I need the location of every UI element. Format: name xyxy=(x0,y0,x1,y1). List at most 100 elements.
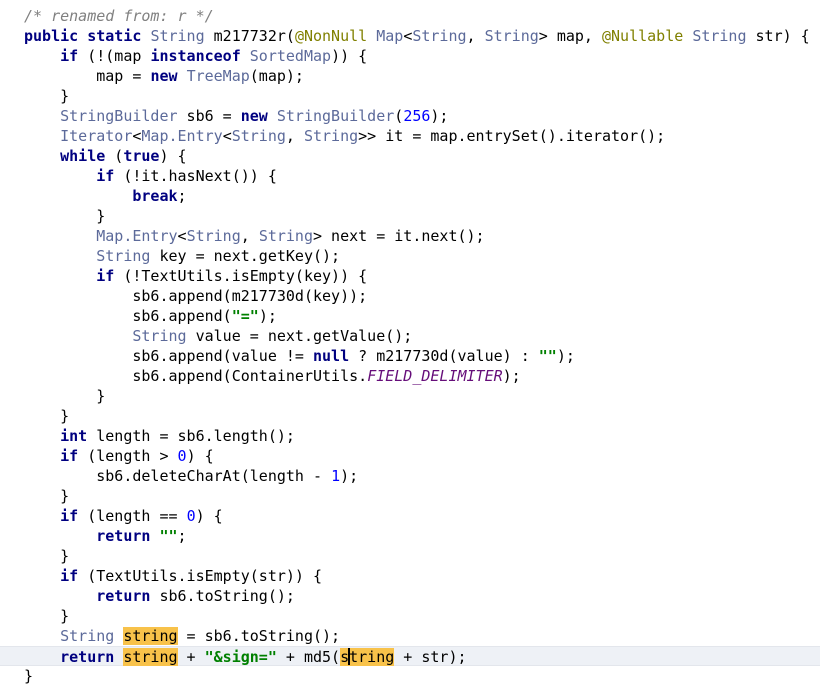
token-text-after-caret: tring xyxy=(349,648,395,666)
code-line[interactable]: if (!TextUtils.isEmpty(key)) { xyxy=(0,266,820,286)
code-token: ) { xyxy=(195,507,223,525)
code-token: if xyxy=(96,267,115,285)
code-token: } xyxy=(60,607,70,625)
code-line[interactable]: while (true) { xyxy=(0,146,820,166)
code-token: new xyxy=(240,107,268,125)
code-token: + str); xyxy=(394,648,467,666)
code-token: sb6 = xyxy=(177,107,241,125)
code-line[interactable]: if (!it.hasNext()) { xyxy=(0,166,820,186)
code-token: String xyxy=(692,27,747,45)
code-token: < xyxy=(403,27,413,45)
code-token: } xyxy=(60,547,70,565)
code-token: null xyxy=(313,347,350,365)
code-token: "&sign=" xyxy=(204,648,277,666)
code-editor[interactable]: /* renamed from: r */public static Strin… xyxy=(0,0,820,688)
code-line[interactable]: sb6.append(value != null ? m217730d(valu… xyxy=(0,346,820,366)
code-token: String xyxy=(150,27,205,45)
code-token: length = sb6.length(); xyxy=(87,427,295,445)
code-token: + md5( xyxy=(276,648,341,666)
code-line[interactable]: /* renamed from: r */ xyxy=(0,6,820,26)
code-token: , xyxy=(466,27,485,45)
code-line[interactable]: return sb6.toString(); xyxy=(0,586,820,606)
code-line[interactable]: Iterator<Map.Entry<String, String>> it =… xyxy=(0,126,820,146)
code-token: sb6.toString(); xyxy=(150,587,295,605)
code-token: value = next.getValue(); xyxy=(186,327,413,345)
code-line[interactable]: int length = sb6.length(); xyxy=(0,426,820,446)
code-line[interactable]: String value = next.getValue(); xyxy=(0,326,820,346)
code-token: = sb6.toString(); xyxy=(177,627,341,645)
code-token: sb6.deleteCharAt(length - xyxy=(96,467,332,485)
code-line[interactable]: map = new TreeMap(map); xyxy=(0,66,820,86)
code-token: StringBuilder xyxy=(60,107,178,125)
code-line[interactable]: } xyxy=(0,86,820,106)
code-line[interactable]: if (!(map instanceof SortedMap)) { xyxy=(0,46,820,66)
code-token: , xyxy=(285,127,304,145)
code-token: @Nullable xyxy=(602,27,684,45)
code-token: return xyxy=(60,648,115,666)
code-token: if xyxy=(60,507,79,525)
code-token: 1 xyxy=(331,467,341,485)
code-line[interactable]: if (length > 0) { xyxy=(0,446,820,466)
code-token: } xyxy=(96,207,106,225)
code-token: Map xyxy=(376,27,404,45)
code-line[interactable]: sb6.append(m217730d(key)); xyxy=(0,286,820,306)
code-token: ( xyxy=(105,147,124,165)
code-token: if xyxy=(60,447,79,465)
code-line[interactable]: if (TextUtils.isEmpty(str)) { xyxy=(0,566,820,586)
code-token: < xyxy=(177,227,187,245)
code-line[interactable]: StringBuilder sb6 = new StringBuilder(25… xyxy=(0,106,820,126)
code-line-current[interactable]: return string + "&sign=" + md5(string + … xyxy=(0,646,820,666)
code-token: break xyxy=(132,187,178,205)
code-line[interactable]: sb6.append(ContainerUtils.FIELD_DELIMITE… xyxy=(0,366,820,386)
code-token: "=" xyxy=(231,307,259,325)
code-line[interactable]: if (length == 0) { xyxy=(0,506,820,526)
code-token: } xyxy=(60,407,70,425)
code-line[interactable]: sb6.deleteCharAt(length - 1); xyxy=(0,466,820,486)
code-line[interactable]: break; xyxy=(0,186,820,206)
code-line[interactable]: } xyxy=(0,386,820,406)
code-line[interactable]: } xyxy=(0,406,820,426)
code-token: public xyxy=(24,27,79,45)
code-token: > next = it.next(); xyxy=(313,227,485,245)
code-token: ); xyxy=(502,367,521,385)
code-token: ); xyxy=(430,107,449,125)
code-line[interactable]: return ""; xyxy=(0,526,820,546)
code-token: String xyxy=(60,627,115,645)
code-line[interactable]: } xyxy=(0,206,820,226)
code-line[interactable]: public static String m217732r(@NonNull M… xyxy=(0,26,820,46)
code-line[interactable]: } xyxy=(0,546,820,566)
code-line[interactable]: } xyxy=(0,486,820,506)
code-token: sb6.append(value != xyxy=(132,347,313,365)
code-line[interactable]: String key = next.getKey(); xyxy=(0,246,820,266)
code-token: @NonNull xyxy=(294,27,368,45)
code-token: 0 xyxy=(177,447,187,465)
code-line[interactable]: } xyxy=(0,606,820,626)
code-line[interactable]: Map.Entry<String, String> next = it.next… xyxy=(0,226,820,246)
code-token: )) { xyxy=(331,47,368,65)
code-token: ) { xyxy=(159,147,187,165)
code-token: (TextUtils.isEmpty(str)) { xyxy=(78,567,323,585)
code-token: + xyxy=(177,648,205,666)
code-line[interactable]: String string = sb6.toString(); xyxy=(0,626,820,646)
code-line[interactable]: } xyxy=(0,666,820,686)
code-line[interactable]: sb6.append("="); xyxy=(0,306,820,326)
